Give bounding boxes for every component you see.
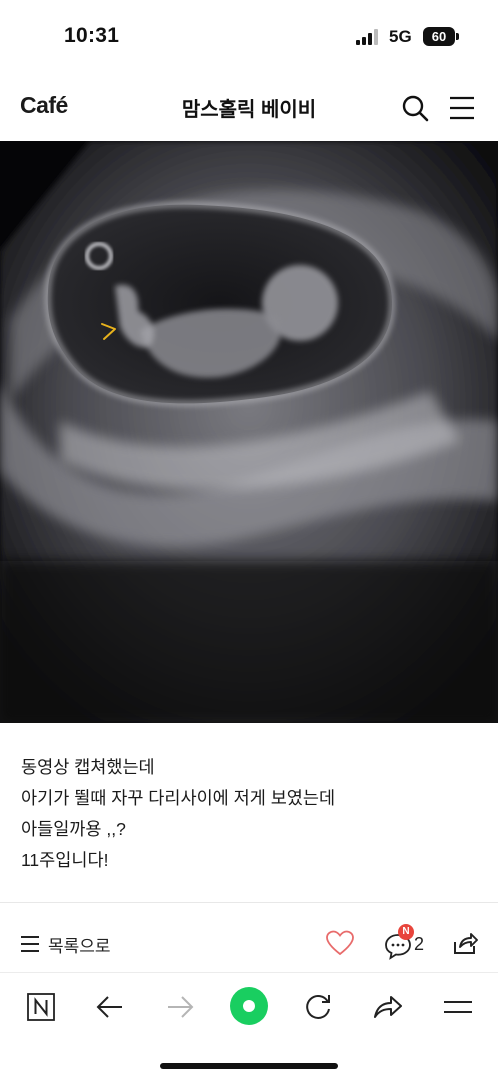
ultrasound-scan-graphic [0,141,498,723]
list-icon [21,936,39,952]
divider [0,902,498,914]
battery-tip [456,33,459,40]
app-header: Café 맘스홀릭 베이비 [0,74,498,140]
hamburger-menu-icon[interactable] [448,95,476,121]
share-arrow-icon[interactable] [370,989,406,1025]
list-button[interactable]: 목록으로 [20,932,111,956]
search-icon[interactable] [401,94,429,122]
heart-icon[interactable] [326,930,354,956]
network-type: 5G [389,27,412,46]
forward-arrow-icon[interactable] [162,989,198,1025]
reload-icon[interactable] [300,989,336,1025]
status-bar: 10:31 5G 60 [0,0,498,74]
status-time: 10:31 [64,24,120,47]
battery-icon: 60 [423,27,455,46]
menu-icon[interactable] [440,989,476,1025]
post-line: 동영상 캡쳐했는데 [21,757,155,777]
list-button-label: 목록으로 [48,936,111,956]
post-body: 동영상 캡쳐했는데 아기가 뛸때 자꾸 다리사이에 저게 보였는데 아들일까용 … [21,752,481,876]
home-indicator [160,1063,338,1069]
back-arrow-icon[interactable] [92,989,128,1025]
post-line: 아들일까용 ,,? [21,819,126,839]
ultrasound-image[interactable] [0,141,498,723]
post-action-bar: 목록으로 N 2 [0,914,498,972]
share-icon[interactable] [452,930,478,956]
comment-button[interactable]: N 2 [384,924,430,960]
green-dot-icon[interactable] [230,987,268,1025]
post-line: 아기가 뛸때 자꾸 다리사이에 저게 보였는데 [21,788,336,808]
naver-n-icon[interactable] [23,989,59,1025]
comment-count: 2 [414,934,425,954]
signal-icon [356,29,380,45]
new-badge: N [398,924,414,940]
post-line: 11주입니다! [21,850,109,870]
